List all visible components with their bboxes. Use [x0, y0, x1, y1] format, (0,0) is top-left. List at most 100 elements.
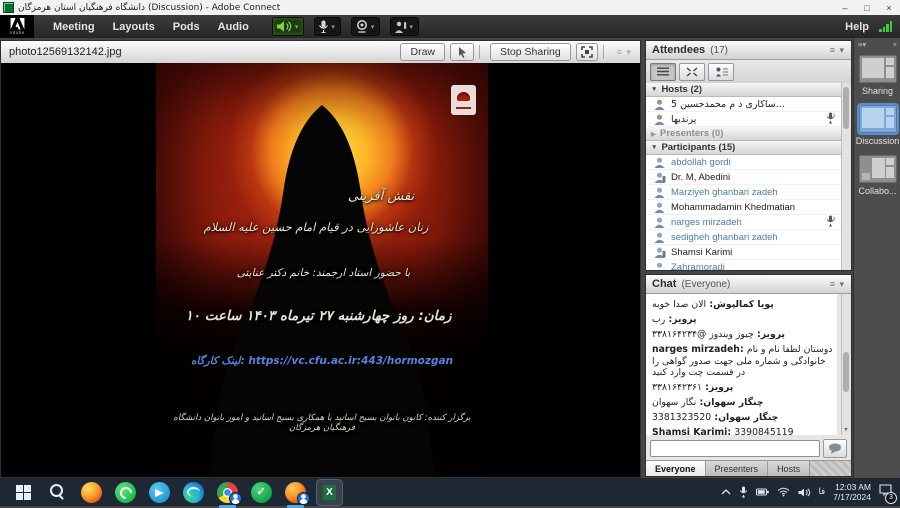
- minimize-button[interactable]: –: [834, 1, 856, 15]
- chat-pod-menu-icon[interactable]: ≡ ▾: [830, 279, 845, 290]
- host-row[interactable]: 5 ساکاری د م محمدحسین...: [646, 97, 843, 112]
- chat-sender-name: پرویز: [754, 329, 785, 340]
- telegram-icon[interactable]: [149, 482, 170, 503]
- participant-row[interactable]: abdollah gordi: [646, 155, 843, 170]
- volume-icon[interactable]: [798, 488, 811, 497]
- presenters-group-header[interactable]: ▶ Presenters (0): [646, 127, 843, 141]
- attendee-avatar-icon: [653, 157, 666, 168]
- layout-thumbnail[interactable]: [859, 155, 897, 183]
- layout-thumbnail[interactable]: [859, 55, 897, 83]
- participant-row[interactable]: Dr. M, Abedini: [646, 170, 843, 185]
- chat-tab[interactable]: Hosts: [768, 461, 810, 476]
- chrome-icon[interactable]: [217, 482, 238, 503]
- layouts-panel-close-icon[interactable]: ×: [893, 40, 897, 49]
- menu-item[interactable]: Audio: [209, 21, 258, 33]
- shared-filename: photo12569132142.jpg: [9, 46, 122, 58]
- layout-item[interactable]: Collabo...: [854, 155, 900, 196]
- participant-row[interactable]: narges mirzadeh: [646, 215, 843, 230]
- window-titlebar: دانشگاه فرهنگیان استان هرمزگان (Discussi…: [0, 0, 900, 16]
- send-message-button[interactable]: [823, 439, 847, 458]
- webcam-button[interactable]: ▾: [351, 17, 381, 36]
- scrollbar-thumb[interactable]: [843, 87, 849, 129]
- whatsapp-icon[interactable]: [115, 482, 136, 503]
- firefox-icon[interactable]: [81, 482, 102, 503]
- draw-button[interactable]: Draw: [400, 43, 445, 61]
- breakout-view-icon: [686, 67, 698, 77]
- attendee-list-view-button[interactable]: [650, 63, 676, 81]
- participant-name: Zahramoradi: [671, 262, 725, 271]
- profile-badge-icon: [297, 492, 310, 505]
- close-button[interactable]: ×: [878, 1, 900, 15]
- participant-name: Marziyeh ghanbari zadeh: [671, 187, 778, 198]
- attendee-avatar-icon: [653, 172, 666, 183]
- hosts-group-header[interactable]: ▼ Hosts (2): [646, 83, 843, 97]
- participant-name: Mohammadamin Khedmatian: [671, 202, 795, 213]
- menu-item[interactable]: Pods: [164, 21, 209, 33]
- attendee-avatar-icon: [653, 247, 666, 258]
- profile-badge-icon: [229, 492, 242, 505]
- edge-icon[interactable]: [183, 482, 204, 503]
- menu-item[interactable]: Meeting: [44, 21, 104, 33]
- tray-microphone-icon[interactable]: [739, 486, 748, 498]
- stop-sharing-button[interactable]: Stop Sharing: [490, 43, 571, 61]
- layout-thumbnail[interactable]: [859, 105, 897, 133]
- chat-message-text: ۳۳۸۱۶۴۲۳۶۱: [652, 382, 702, 393]
- share-pod-menu-icon[interactable]: ≡ ▾: [617, 47, 632, 58]
- excel-icon[interactable]: [319, 482, 340, 503]
- battery-icon[interactable]: [756, 488, 769, 496]
- participant-row[interactable]: sedigheh ghanbari zadeh: [646, 230, 843, 245]
- taskbar-clock[interactable]: 12:03 AM 7/17/2024: [833, 482, 871, 502]
- host-row[interactable]: پرندیها: [646, 112, 843, 127]
- chat-message-text: 3390845119: [734, 427, 793, 435]
- share-pod-header: photo12569132142.jpg Draw Stop Sharing ≡…: [1, 41, 640, 64]
- chat-message: Shamsi Karimi3390845119: [652, 427, 834, 435]
- attendee-status-view-button[interactable]: [708, 63, 734, 81]
- scroll-down-arrow-icon[interactable]: ▾: [842, 426, 850, 435]
- participant-row[interactable]: Mohammadamin Khedmatian: [646, 200, 843, 215]
- attendees-scrollbar[interactable]: [841, 83, 851, 270]
- help-menu[interactable]: Help: [845, 21, 869, 33]
- participants-group-header[interactable]: ▼ Participants (15): [646, 141, 843, 155]
- participant-name: narges mirzadeh: [671, 217, 742, 228]
- participant-row[interactable]: Marziyeh ghanbari zadeh: [646, 185, 843, 200]
- webcam-icon: [355, 20, 369, 33]
- notification-center-button[interactable]: 3: [879, 483, 892, 501]
- tray-expand-chevron-icon[interactable]: [721, 489, 731, 495]
- attendee-avatar-icon: [653, 202, 666, 213]
- attendees-list: ▼ Hosts (2) 5 ساکاری د م محمدحسین...: [646, 83, 843, 270]
- chat-tab[interactable]: Presenters: [706, 461, 769, 476]
- microphone-button[interactable]: ▾: [314, 17, 341, 36]
- poster-organizer-line: برگزار کننده: کانون بانوان بسیج اساتید ب…: [164, 413, 480, 433]
- chat-message: چنگار سهوان3381323520: [652, 412, 834, 424]
- participant-row[interactable]: Zahramoradi: [646, 260, 843, 270]
- breakout-view-button[interactable]: [679, 63, 705, 81]
- start-icon[interactable]: [13, 482, 34, 503]
- layout-item[interactable]: Sharing: [854, 55, 900, 96]
- chat-input[interactable]: [650, 440, 820, 457]
- wifi-icon[interactable]: [777, 487, 790, 497]
- attendees-pod: Attendees (17) ≡ ▾ ▼ Hosts (2) 5 ساکاری …: [645, 40, 852, 271]
- speaker-button[interactable]: ▾: [272, 17, 305, 36]
- keyboard-language-indicator[interactable]: فا: [819, 487, 826, 497]
- fullscreen-icon: [581, 46, 593, 58]
- search-icon[interactable]: [47, 482, 68, 503]
- microphone-icon: [318, 20, 329, 33]
- maximize-button[interactable]: □: [856, 1, 878, 15]
- chat-message-text: چیوز ویندوز @۳۳۸۱۶۴۲۳۴: [652, 329, 754, 340]
- layout-item[interactable]: Discussion: [854, 105, 900, 146]
- poster-title-line2: زنان عاشورایی در قیام امام حسین علیه الس…: [196, 220, 436, 234]
- browser2-icon[interactable]: [285, 482, 306, 503]
- menu-item[interactable]: Layouts: [104, 21, 164, 33]
- fullscreen-button[interactable]: [576, 43, 598, 61]
- chat-scrollbar[interactable]: ▾: [841, 294, 851, 435]
- scrollbar-thumb[interactable]: [843, 352, 849, 392]
- participant-row[interactable]: Shamsi Karimi: [646, 245, 843, 260]
- chat-sender-name: پرویز: [665, 314, 696, 325]
- pointer-button[interactable]: [450, 43, 474, 61]
- attendees-pod-menu-icon[interactable]: ≡ ▾: [830, 45, 845, 56]
- raise-hand-button[interactable]: ▾: [390, 17, 419, 36]
- chat-tab[interactable]: Everyone: [646, 461, 706, 476]
- attendee-avatar-icon: [653, 262, 666, 271]
- shield-icon[interactable]: [251, 482, 272, 503]
- layouts-panel-menu-icon[interactable]: ≡▾: [858, 40, 866, 49]
